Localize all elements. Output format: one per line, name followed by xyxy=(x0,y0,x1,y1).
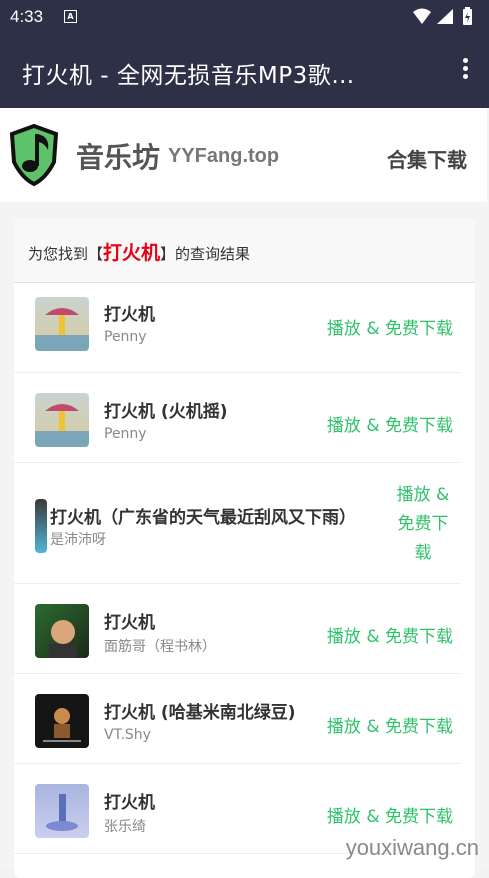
song-artist: 是沛沛呀 xyxy=(50,532,106,548)
album-cover xyxy=(35,393,89,447)
site-domain[interactable]: YYFang.top xyxy=(168,145,279,168)
play-download-link[interactable]: 播放 & 免费下载 xyxy=(395,481,451,568)
song-row[interactable]: 打火机（广东省的天气最近刮风又下雨） 是沛沛呀 播放 & 免费下载 xyxy=(14,463,461,584)
results-summary: 为您找到【打火机】的查询结果 xyxy=(28,238,250,265)
notification-icon: A xyxy=(64,10,77,23)
song-row[interactable]: 打火机 面筋哥（程书林） 播放 & 免费下载 xyxy=(14,584,461,674)
status-time: 4:33 xyxy=(10,7,44,26)
album-cover xyxy=(35,297,89,351)
results-suffix: 】的查询结果 xyxy=(160,245,251,263)
song-artist: 面筋哥（程书林） xyxy=(104,639,216,655)
collection-download-link[interactable]: 合集下载 xyxy=(387,144,467,173)
song-list: 打火机 Penny 播放 & 免费下载 打火机 (火机摇) Penny 播放 &… xyxy=(14,283,475,854)
results-header: 为您找到【打火机】的查询结果 xyxy=(14,218,475,283)
app-bar: 打火机 - 全网无损音乐MP3歌… xyxy=(0,34,489,108)
song-title[interactable]: 打火机 xyxy=(104,608,155,633)
status-bar: 4:33 A xyxy=(0,0,489,34)
system-status-icons xyxy=(413,7,472,25)
play-download-link[interactable]: 播放 & 免费下载 xyxy=(327,802,453,827)
song-title[interactable]: 打火机 xyxy=(104,300,155,325)
watermark: youxiwang.cn xyxy=(345,835,479,860)
music-note-logo-icon[interactable] xyxy=(6,122,62,188)
play-download-link[interactable]: 播放 & 免费下载 xyxy=(327,622,453,647)
wifi-icon xyxy=(413,8,431,24)
song-row[interactable]: 打火机 Penny 播放 & 免费下载 xyxy=(14,283,461,373)
site-header: 音乐坊 YYFang.top 合集下载 xyxy=(0,108,487,202)
web-content: 音乐坊 YYFang.top 合集下载 为您找到【打火机】的查询结果 打火机 P… xyxy=(0,108,489,878)
song-artist: 张乐绮 xyxy=(104,819,146,835)
search-keyword: 打火机 xyxy=(103,242,161,264)
song-row[interactable]: 打火机 (火机摇) Penny 播放 & 免费下载 xyxy=(14,373,461,463)
song-title[interactable]: 打火机 (哈基米南北绿豆) xyxy=(104,698,295,723)
results-card: 为您找到【打火机】的查询结果 打火机 Penny 播放 & 免费下载 打火机 (… xyxy=(14,218,475,878)
play-download-link[interactable]: 播放 & 免费下载 xyxy=(327,712,453,737)
song-title[interactable]: 打火机 xyxy=(104,788,155,813)
song-artist: Penny xyxy=(104,329,147,345)
more-options-icon[interactable] xyxy=(461,58,469,82)
site-name[interactable]: 音乐坊 xyxy=(76,136,160,176)
song-row[interactable]: 打火机 (哈基米南北绿豆) VT.Shy 播放 & 免费下载 xyxy=(14,674,461,764)
album-cover xyxy=(35,694,89,748)
results-prefix: 为您找到【 xyxy=(28,245,104,263)
song-title[interactable]: 打火机 (火机摇) xyxy=(104,397,227,422)
play-download-link[interactable]: 播放 & 免费下载 xyxy=(327,314,453,339)
song-artist: VT.Shy xyxy=(104,727,151,743)
song-title[interactable]: 打火机（广东省的天气最近刮风又下雨） xyxy=(50,503,356,528)
app-title: 打火机 - 全网无损音乐MP3歌… xyxy=(22,63,355,89)
signal-icon xyxy=(437,9,453,24)
album-cover xyxy=(35,784,89,838)
song-artist: Penny xyxy=(104,426,147,442)
play-download-link[interactable]: 播放 & 免费下载 xyxy=(327,411,453,436)
album-cover xyxy=(35,499,47,553)
album-cover xyxy=(35,604,89,658)
